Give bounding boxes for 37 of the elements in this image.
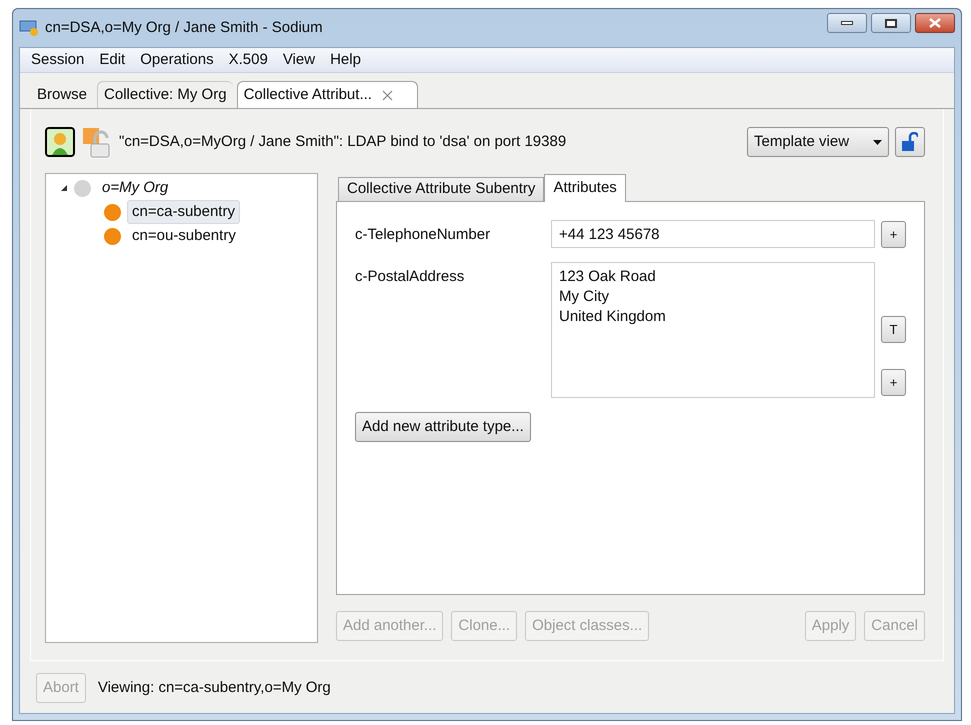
lock-toggle-button[interactable]	[895, 127, 925, 157]
tab[interactable]: Collective Attribut...	[236, 81, 418, 108]
close-icon[interactable]	[382, 90, 393, 100]
menu-item[interactable]: Operations	[133, 48, 221, 72]
window-title: cn=DSA,o=My Org / Jane Smith - Sodium	[45, 18, 323, 38]
tab[interactable]: Attributes	[544, 174, 626, 202]
menu-item[interactable]: Help	[323, 48, 368, 72]
tree-item[interactable]: cn=ca-subentry	[127, 200, 240, 224]
input-field[interactable]: +44 123 45678	[551, 220, 875, 248]
expand-triangle-icon[interactable]	[60, 184, 68, 192]
text-area[interactable]: 123 Oak Road My City United Kingdom	[551, 262, 875, 398]
app-icon	[19, 19, 39, 37]
tab[interactable]: Collective: My Org	[97, 81, 233, 108]
attribute-action-button[interactable]: T	[881, 316, 906, 343]
padlock-icon	[902, 132, 918, 152]
tab[interactable]: Browse	[30, 81, 94, 108]
tab[interactable]: Collective Attribute Subentry	[338, 177, 544, 201]
tree-item[interactable]: o=My Org	[97, 176, 174, 200]
user-icon	[45, 127, 75, 157]
tree-item[interactable]: cn=ou-subentry	[127, 224, 241, 248]
status-text: Viewing: cn=ca-subentry,o=My Org	[98, 678, 331, 698]
add-attribute-button[interactable]: Add new attribute type...	[355, 412, 531, 442]
menu-item[interactable]: Session	[24, 48, 92, 72]
attribute-name: c-TelephoneNumber	[355, 225, 492, 245]
attribute-action-button[interactable]: +	[881, 221, 906, 248]
view-dropdown[interactable]: Template view	[747, 127, 889, 157]
maximize-button[interactable]	[871, 13, 911, 33]
caret-icon	[873, 140, 882, 144]
attribute-action-button[interactable]: +	[881, 369, 906, 396]
menu-item[interactable]: View	[276, 48, 322, 72]
menu-item[interactable]: X.509	[222, 48, 275, 72]
close-button[interactable]	[915, 13, 955, 33]
connection-status: "cn=DSA,o=MyOrg / Jane Smith": LDAP bind to 'dsa' on port 19389	[119, 132, 566, 152]
menu-item[interactable]: Edit	[92, 48, 132, 72]
attribute-name: c-PostalAddress	[355, 267, 466, 287]
close-icon	[929, 18, 941, 28]
minimize-button[interactable]	[827, 13, 867, 33]
